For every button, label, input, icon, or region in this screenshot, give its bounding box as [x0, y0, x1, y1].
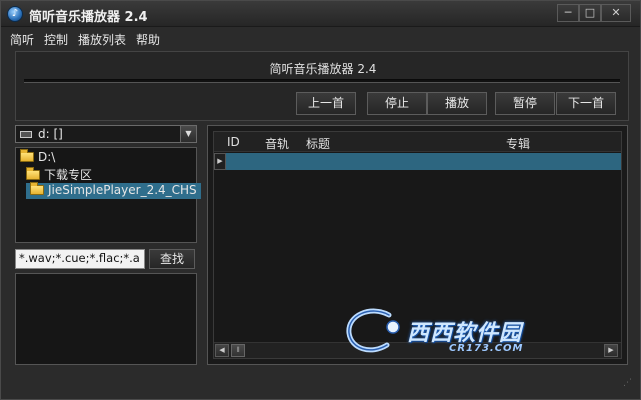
prev-button[interactable]: 上一首 [296, 92, 356, 115]
menu-control[interactable]: 控制 [44, 31, 68, 48]
drive-icon [20, 131, 32, 138]
drive-select[interactable]: d: [] ▼ [15, 125, 197, 143]
column-track[interactable]: 音轨 [265, 135, 289, 152]
title-bar[interactable]: ♪ 简听音乐播放器 2.4 ─ □ ✕ [1, 1, 640, 27]
playlist-header: ID 音轨 标题 专辑 [214, 132, 621, 152]
menu-bar: 简听 控制 播放列表 帮助 [1, 28, 640, 48]
stop-button[interactable]: 停止 [367, 92, 427, 115]
tree-item-label: 下载专区 [44, 168, 93, 182]
table-row[interactable] [226, 153, 621, 170]
scroll-right-icon[interactable]: ▶ [604, 344, 618, 357]
folder-icon [20, 149, 34, 162]
tree-item-jiesimpleplayer[interactable]: JieSimplePlayer_2.4_CHS [26, 182, 201, 199]
triangle-right-icon: ▶ [214, 153, 226, 170]
tree-item-d-drive[interactable]: D:\ [20, 149, 56, 166]
tree-item-label: JieSimplePlayer_2.4_CHS [48, 183, 197, 197]
watermark-logo: 西西软件园 CR173.COM [341, 301, 581, 361]
menu-help[interactable]: 帮助 [136, 31, 160, 48]
pause-button[interactable]: 暂停 [495, 92, 555, 115]
column-id[interactable]: ID [227, 135, 240, 149]
next-button[interactable]: 下一首 [556, 92, 616, 115]
menu-jianting[interactable]: 简听 [10, 31, 34, 48]
app-window: ♪ 简听音乐播放器 2.4 ─ □ ✕ 简听 控制 播放列表 帮助 简听音乐播放… [0, 0, 641, 400]
column-title[interactable]: 标题 [306, 135, 330, 152]
file-browser: d: [] ▼ D:\ 下载专区 JieSimplePlayer_2.4_CHS… [15, 125, 201, 365]
progress-bar[interactable] [24, 79, 620, 83]
resize-grip-icon[interactable]: ⋰ [623, 377, 635, 389]
watermark-site: CR173.COM [449, 343, 524, 354]
folder-tree[interactable]: D:\ 下载专区 JieSimplePlayer_2.4_CHS [15, 147, 201, 243]
watermark-swirl-icon [346, 308, 400, 353]
player-control-panel: 简听音乐播放器 2.4 上一首 停止 播放 暂停 下一首 [15, 51, 629, 121]
tree-item-label: D:\ [38, 150, 56, 164]
minimize-button[interactable]: ─ [557, 4, 579, 22]
app-logo-icon: ♪ [7, 6, 23, 22]
maximize-button[interactable]: □ [579, 4, 601, 22]
close-button[interactable]: ✕ [601, 4, 631, 22]
folder-open-icon [30, 182, 44, 195]
tree-item-downloads[interactable]: 下载专区 [26, 166, 92, 182]
column-album[interactable]: 专辑 [506, 135, 530, 152]
drive-value: d: [] [38, 127, 63, 141]
window-title: 简听音乐播放器 2.4 [29, 10, 148, 25]
find-button[interactable]: 查找 [149, 249, 195, 269]
file-list[interactable] [15, 273, 197, 365]
scroll-left-icon[interactable]: ◀ [215, 344, 229, 357]
play-button[interactable]: 播放 [427, 92, 487, 115]
file-filter-input[interactable]: *.wav;*.cue;*.flac;*.a [15, 249, 145, 269]
menu-playlist[interactable]: 播放列表 [78, 31, 126, 48]
now-playing-title: 简听音乐播放器 2.4 [269, 62, 377, 76]
scroll-thumb[interactable]: ⦀ [231, 344, 245, 357]
folder-icon [26, 167, 40, 180]
chevron-down-icon[interactable]: ▼ [180, 126, 196, 142]
